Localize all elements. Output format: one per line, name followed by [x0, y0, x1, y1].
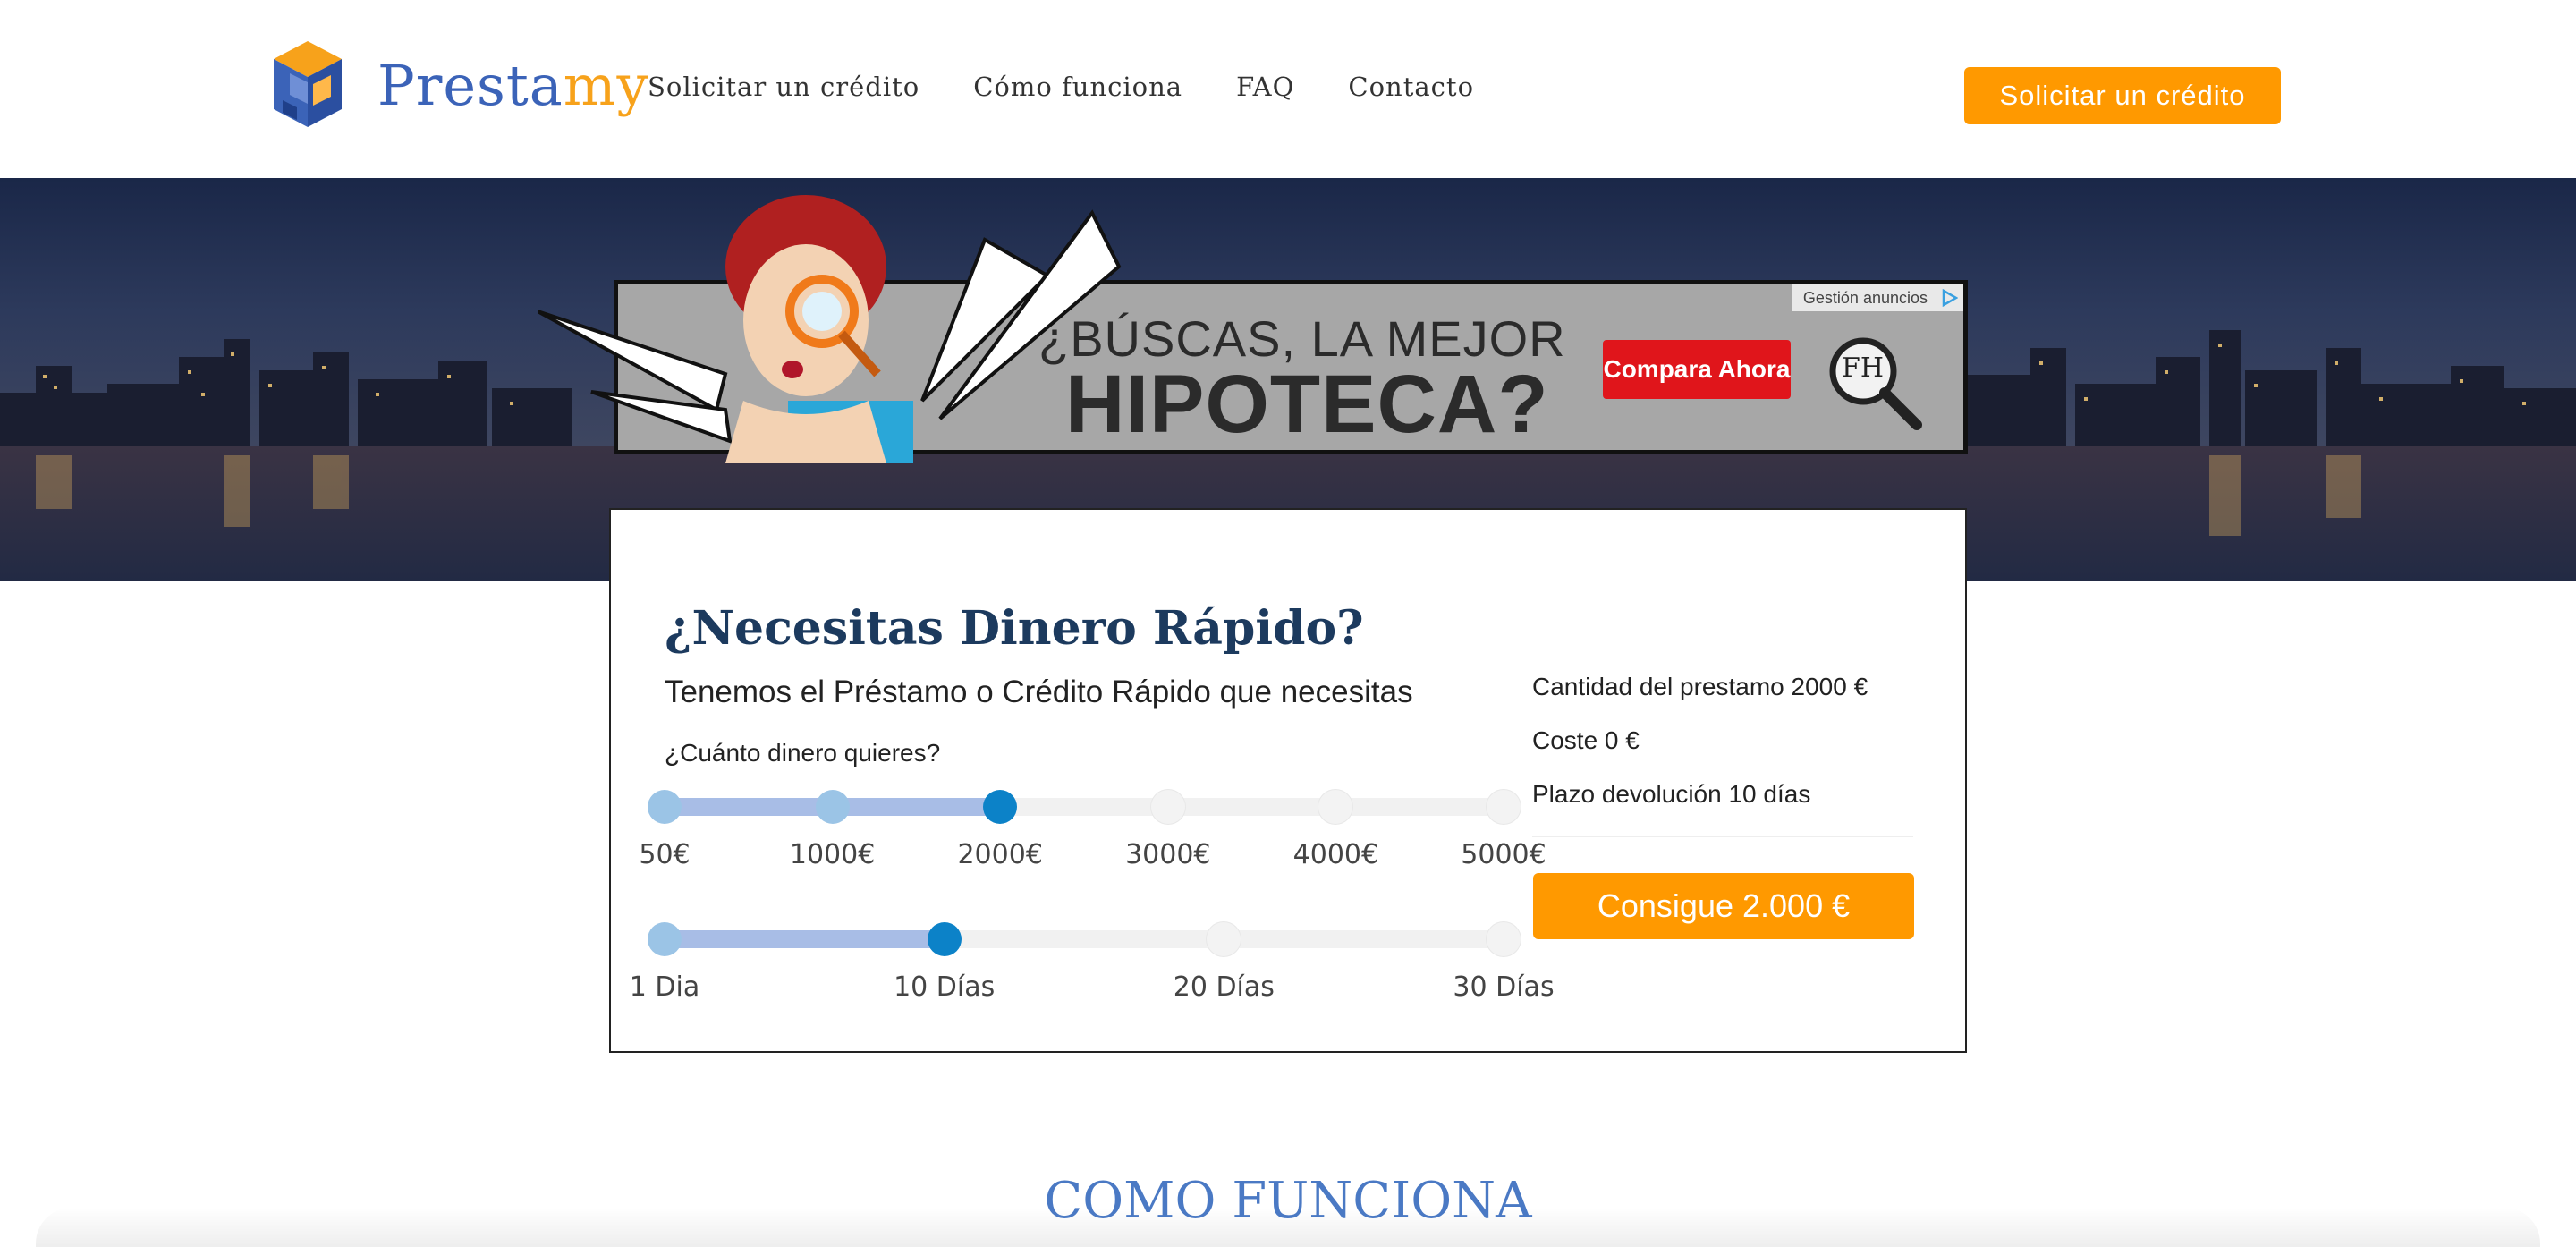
ad-banner[interactable]: ¿BÚSCAS, LA MEJOR HIPOTECA? Compara Ahor… [538, 195, 1968, 463]
ad-choices-label: Gestión anuncios [1802, 288, 1928, 307]
logo-cube-icon [274, 41, 342, 127]
amount-tick-label: 4000€ [1292, 839, 1379, 870]
calculator-title: ¿Necesitas Dinero Rápido? [665, 601, 1364, 656]
days-knob-3[interactable] [1487, 922, 1521, 956]
summary-cost: Coste 0 € [1532, 726, 1640, 754]
days-knob-1[interactable] [927, 922, 962, 956]
adchoices-icon [1942, 289, 1958, 307]
days-slider-fill [665, 930, 945, 948]
amount-tick-label: 3000€ [1125, 839, 1211, 870]
amount-tick-label: 50€ [639, 839, 691, 870]
summary-amount: Cantidad del prestamo 2000 € [1532, 673, 1868, 700]
amount-knob-3[interactable] [1150, 790, 1185, 824]
ad-compare-button[interactable]: Compara Ahora [1603, 340, 1791, 399]
nav-faq[interactable]: FAQ [1236, 72, 1294, 102]
nav-como-funciona[interactable]: Cómo funciona [973, 72, 1182, 102]
amount-slider[interactable] [648, 790, 1521, 824]
nav-solicitar[interactable]: Solicitar un crédito [648, 72, 919, 102]
summary-divider [1532, 836, 1913, 837]
ad-headline-line2: HIPOTECA? [1065, 359, 1549, 450]
header-cta-button[interactable]: Solicitar un crédito [1964, 67, 2281, 124]
logo-text-accent: my [563, 52, 649, 118]
amount-knob-0[interactable] [648, 790, 682, 824]
logo[interactable]: Prestamy [265, 38, 649, 132]
days-tick-label: 20 Días [1173, 971, 1275, 1003]
how-it-works-title: COMO FUNCIONA [1044, 1172, 1532, 1230]
amount-question: ¿Cuánto dinero quieres? [665, 739, 941, 767]
amount-knob-5[interactable] [1487, 790, 1521, 824]
main-nav: Solicitar un crédito Cómo funciona FAQ C… [648, 72, 1474, 102]
ad-choices-link[interactable]: Gestión anuncios [1792, 284, 1963, 311]
days-slider[interactable] [648, 922, 1521, 956]
days-knob-0[interactable] [648, 922, 682, 956]
amount-knob-4[interactable] [1318, 790, 1353, 824]
site-header: Prestamy Solicitar un crédito Cómo funci… [0, 0, 2576, 177]
amount-tick-label: 2000€ [957, 839, 1043, 870]
ad-logo-text: FH [1842, 352, 1884, 384]
ad-woman-illustration [725, 195, 913, 463]
days-tick-label: 10 Días [894, 971, 996, 1003]
days-tick-label: 30 Días [1453, 971, 1555, 1003]
logo-text-main: Presta [377, 52, 564, 118]
amount-knob-1[interactable] [815, 790, 850, 824]
amount-tick-label: 1000€ [789, 839, 876, 870]
amount-knob-2[interactable] [983, 790, 1018, 824]
logo-text: Prestamy [377, 53, 649, 118]
amount-tick-label: 5000€ [1461, 839, 1546, 870]
get-loan-button[interactable]: Consigue 2.000 € [1533, 873, 1914, 939]
days-tick-label: 1 Dia [629, 971, 700, 1003]
summary-term: Plazo devolución 10 días [1532, 780, 1811, 808]
calculator-subtitle: Tenemos el Préstamo o Crédito Rápido que… [665, 674, 1413, 709]
days-knob-2[interactable] [1207, 922, 1241, 956]
loan-calculator-card: ¿Necesitas Dinero Rápido? Tenemos el Pré… [609, 508, 1967, 1053]
loan-summary: Cantidad del prestamo 2000 € Coste 0 € P… [1532, 673, 1868, 834]
nav-contacto[interactable]: Contacto [1348, 72, 1474, 102]
